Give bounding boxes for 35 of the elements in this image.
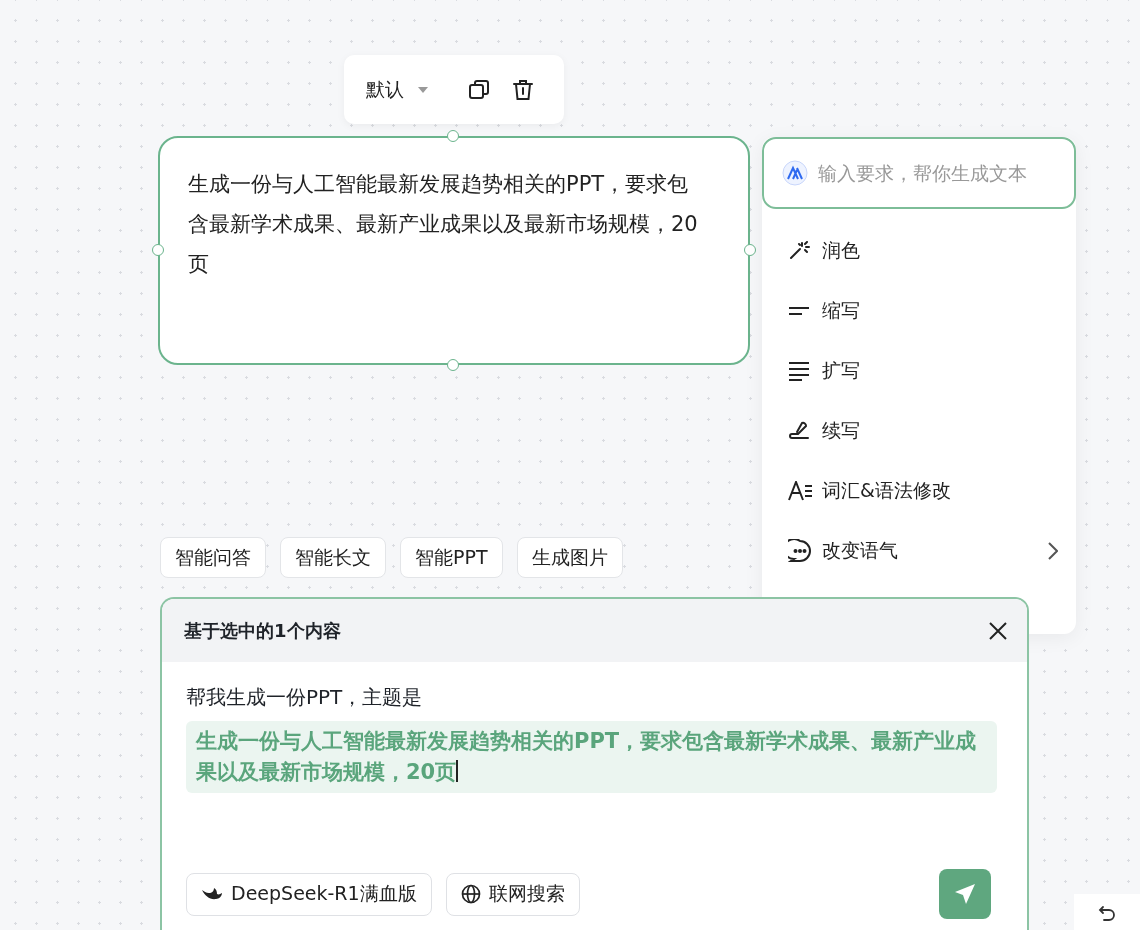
prompt-text: 帮我生成一份PPT，主题是 <box>186 684 424 711</box>
text-node[interactable]: 生成一份与人工智能最新发展趋势相关的PPT，要求包含最新学术成果、最新产业成果以及最新市场规模，20页 <box>158 136 750 365</box>
option-button[interactable]: DeepSeek-R1满血版 <box>186 872 432 916</box>
paragraph-lines-icon <box>788 361 810 381</box>
resize-handle[interactable] <box>152 244 164 256</box>
trash-icon[interactable] <box>512 78 534 101</box>
magic-wand-icon <box>788 241 810 261</box>
node-text: 生成一份与人工智能最新发展趋势相关的PPT，要求包含最新学术成果、最新产业成果以及最新市场规模，20页 <box>188 172 698 276</box>
send-icon <box>953 882 977 906</box>
quick-action-chip[interactable]: 生成图片 <box>516 537 623 578</box>
undo-icon[interactable] <box>1098 905 1116 923</box>
short-lines-icon <box>788 306 810 316</box>
option-button[interactable]: 联网搜索 <box>445 872 580 916</box>
quick-action-chip[interactable]: 智能长文 <box>280 537 386 578</box>
menu-item[interactable]: 缩写 <box>788 281 1058 341</box>
menu-item[interactable]: 续写 <box>788 401 1058 461</box>
pen-scribble-icon <box>788 420 812 442</box>
quick-action-chip[interactable]: 智能问答 <box>160 537 266 578</box>
close-icon <box>989 621 1007 640</box>
resize-handle[interactable] <box>447 130 459 142</box>
caret-icon <box>418 86 428 93</box>
menu-item[interactable]: 扩写 <box>788 341 1058 401</box>
dialog-title: 基于选中的1个内容 <box>184 618 341 643</box>
close-button[interactable] <box>989 621 1007 640</box>
ai-prompt-field[interactable]: 输入要求，帮你生成文本 <box>762 137 1076 209</box>
style-dropdown[interactable]: 默认 <box>366 76 428 103</box>
menu-item[interactable]: 词汇&语法修改 <box>788 461 1058 521</box>
text-format-icon <box>788 481 814 501</box>
ai-logo-icon <box>782 160 808 186</box>
menu-item[interactable]: 润色 <box>788 221 1058 281</box>
quick-action-chip[interactable]: 智能PPT <box>400 537 503 578</box>
send-button[interactable] <box>939 869 991 919</box>
copy-icon[interactable] <box>468 78 490 101</box>
globe-icon <box>460 884 481 904</box>
menu-item[interactable]: 改变语气 <box>788 521 1058 581</box>
